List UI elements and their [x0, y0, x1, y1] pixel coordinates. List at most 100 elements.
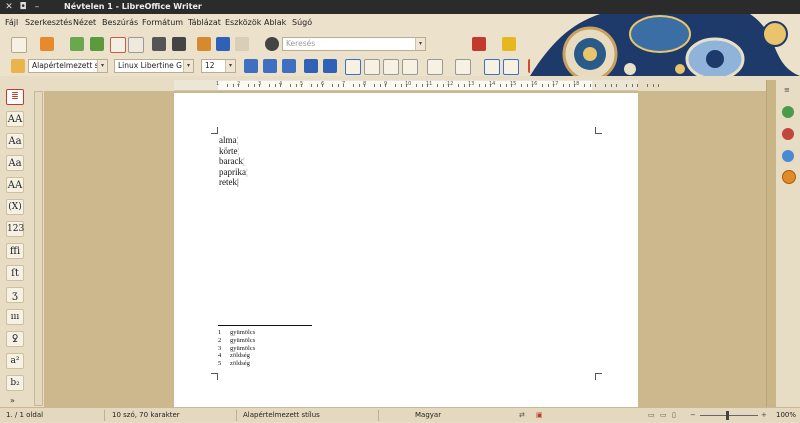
footnote-item[interactable]: 3 gyümölcs	[218, 345, 255, 353]
sidebar-more-icon[interactable]: »	[10, 396, 15, 405]
footnote-area[interactable]: 1 gyümölcs 2 gyümölcs 3 gyümölcs 4 zöldség 5…	[218, 329, 255, 368]
chevron-down-icon[interactable]: ▾	[415, 38, 425, 50]
footnote-item[interactable]: 1 gyümölcs	[218, 329, 255, 337]
chevron-down-icon[interactable]: ▾	[225, 60, 235, 72]
footnote-item[interactable]: 2 gyümölcs	[218, 337, 255, 345]
find-icon[interactable]	[265, 37, 279, 51]
vertical-scrollbar[interactable]	[766, 80, 776, 407]
export-pdf-icon[interactable]	[110, 37, 126, 53]
insert-chart-icon[interactable]	[472, 37, 486, 51]
sidebar-item-all-small-caps[interactable]: Aa	[6, 133, 24, 149]
book-view-icon[interactable]: ▯	[672, 408, 676, 423]
horizontal-ruler[interactable]: 1 2 3 4 5 6 7 8 9 10 11 12 13 14 15 16 1…	[174, 80, 659, 91]
navigator-icon[interactable]	[782, 106, 794, 118]
ruler-tick	[232, 84, 234, 87]
multi-page-view-icon[interactable]: ▭	[660, 408, 667, 423]
page-style[interactable]: Alapértelmezett stílus	[243, 408, 320, 423]
maximize-icon[interactable]: ◘	[17, 1, 29, 13]
document-page[interactable]: alma¦ körte¦ barack¦ paprika¦ retek| 1 gy…	[174, 93, 638, 408]
bullet-list-icon[interactable]	[427, 59, 443, 75]
paragraph-style-dropdown[interactable]: Alapértelmezett stí ▾	[28, 59, 108, 73]
save-as-icon[interactable]	[90, 37, 104, 51]
decrease-indent-icon[interactable]	[484, 59, 500, 75]
increase-indent-icon[interactable]	[503, 59, 519, 75]
sidebar-item-superscript[interactable]: a²	[6, 353, 24, 369]
menu-insert[interactable]: Beszúrás	[102, 14, 138, 31]
justify-icon[interactable]	[402, 59, 418, 75]
footnote-item[interactable]: 5 zöldség	[218, 360, 255, 368]
text-line[interactable]: alma¦	[219, 135, 248, 146]
sidebar-item-swash[interactable]: ꝿ	[6, 331, 24, 347]
sidebar-item-historic-ligatures[interactable]: ſt	[6, 265, 24, 281]
align-center-icon[interactable]	[364, 59, 380, 75]
edit-document-icon[interactable]	[128, 37, 144, 53]
sidebar-item-subscript[interactable]: b₂	[6, 375, 24, 391]
zoom-slider-handle[interactable]	[726, 411, 729, 420]
minimize-icon[interactable]: –	[31, 1, 43, 13]
menu-file[interactable]: Fájl	[5, 14, 18, 31]
sidebar-item-case-sensitive[interactable]: (X)	[6, 199, 24, 215]
text-line[interactable]: paprika¦	[219, 167, 248, 178]
font-size-dropdown[interactable]: 12 ▾	[201, 59, 236, 73]
sidebar-item-small-caps[interactable]: AA	[6, 111, 24, 127]
grid-icon[interactable]	[235, 37, 249, 51]
signature-icon[interactable]: ▣	[536, 408, 543, 423]
text-line[interactable]: barack¦	[219, 156, 248, 167]
sidebar-item-petite-caps[interactable]: Aa	[6, 155, 24, 171]
menu-help[interactable]: Súgó	[292, 14, 312, 31]
menu-edit[interactable]: Szerkesztés	[25, 14, 72, 31]
new-document-icon[interactable]	[11, 37, 27, 53]
save-icon[interactable]	[70, 37, 84, 51]
open-folder-icon[interactable]	[40, 37, 54, 51]
menu-tools[interactable]: Eszközök	[225, 14, 261, 31]
zoom-out-icon[interactable]: −	[690, 408, 696, 423]
align-right-icon[interactable]	[383, 59, 399, 75]
bold-icon[interactable]	[244, 59, 258, 73]
print-icon[interactable]	[152, 37, 166, 51]
clone-formatting-icon[interactable]	[197, 37, 211, 51]
print-preview-icon[interactable]	[172, 37, 186, 51]
styles-sidebar-icon[interactable]	[782, 150, 794, 162]
text-line[interactable]: retek|	[219, 177, 248, 188]
sidebar-menu-icon[interactable]: ≣	[6, 89, 24, 105]
menu-format[interactable]: Formátum	[142, 14, 183, 31]
zoom-in-icon[interactable]: +	[761, 408, 767, 423]
sidebar-item-titling[interactable]: AA	[6, 177, 24, 193]
insert-mode-icon[interactable]: ⇄	[519, 408, 525, 423]
zoom-slider[interactable]	[700, 415, 758, 416]
numbered-list-icon[interactable]	[455, 59, 471, 75]
pilcrow-icon[interactable]	[216, 37, 230, 51]
chevron-down-icon[interactable]: ▾	[97, 60, 107, 72]
menu-window[interactable]: Ablak	[264, 14, 286, 31]
font-name-dropdown[interactable]: Linux Libertine G ▾	[114, 59, 194, 73]
ruler-tick	[269, 84, 271, 87]
highlight-icon[interactable]	[502, 37, 516, 51]
menu-table[interactable]: Táblázat	[188, 14, 221, 31]
sidebar-settings-icon[interactable]: ≡	[784, 86, 790, 94]
language[interactable]: Magyar	[415, 408, 441, 423]
text-line[interactable]: körte¦	[219, 146, 248, 157]
sidebar-item-ligatures[interactable]: ffi	[6, 243, 24, 259]
compass-icon[interactable]	[782, 170, 796, 184]
chevron-down-icon[interactable]: ▾	[183, 60, 193, 72]
single-page-view-icon[interactable]: ▭	[648, 408, 655, 423]
close-icon[interactable]: ✕	[3, 1, 15, 13]
search-input[interactable]: Keresés ▾	[282, 37, 426, 51]
gallery-icon[interactable]	[782, 128, 794, 140]
zoom-level[interactable]: 100%	[776, 408, 796, 423]
sidebar-item-numerals[interactable]: ııı	[6, 309, 24, 325]
menu-view[interactable]: Nézet	[73, 14, 96, 31]
document-body[interactable]: alma¦ körte¦ barack¦ paprika¦ retek|	[219, 135, 248, 188]
left-vertical-ruler[interactable]	[34, 91, 43, 406]
align-left-icon[interactable]	[345, 59, 361, 75]
ruler-tick	[531, 84, 533, 87]
footnote-item[interactable]: 4 zöldség	[218, 352, 255, 360]
styles-icon[interactable]	[11, 59, 25, 73]
italic-icon[interactable]	[263, 59, 277, 73]
sidebar-item-oldstyle-numbers[interactable]: 123	[6, 221, 24, 237]
sidebar-item-alternates[interactable]: ʒ	[6, 287, 24, 303]
title-bar: ✕ ◘ – Névtelen 1 - LibreOffice Writer	[0, 0, 800, 14]
superscript-icon[interactable]	[304, 59, 318, 73]
subscript-icon[interactable]	[323, 59, 337, 73]
underline-icon[interactable]	[282, 59, 296, 73]
